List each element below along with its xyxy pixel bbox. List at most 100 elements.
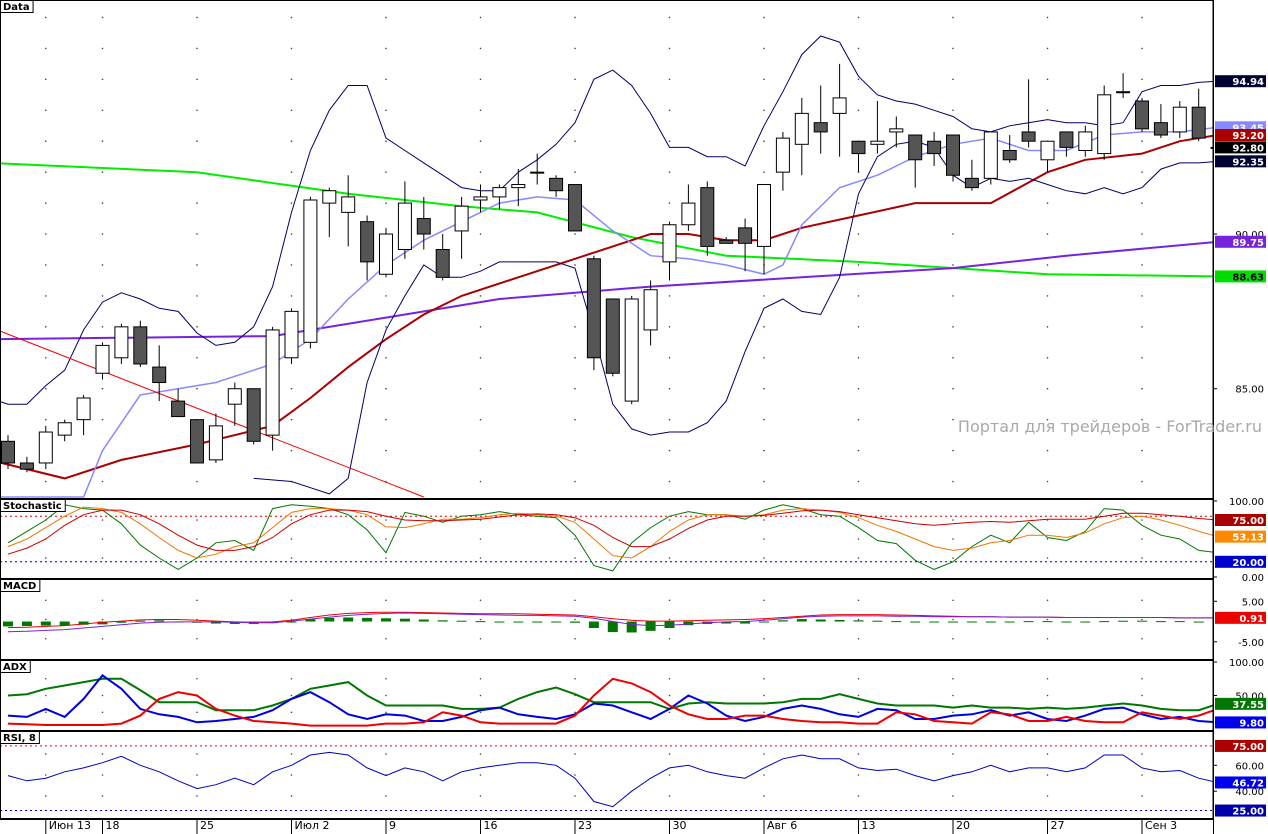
grid bbox=[45, 16, 1143, 797]
grid-dot bbox=[196, 356, 198, 359]
grid-dot bbox=[668, 109, 671, 112]
candle-body bbox=[870, 140, 885, 145]
grid-dot bbox=[1046, 694, 1049, 697]
grid-dot bbox=[479, 233, 482, 235]
macd-bar bbox=[437, 620, 448, 622]
grid-dot bbox=[290, 16, 293, 19]
grid-dot bbox=[479, 795, 482, 797]
x-tick-label: 18 bbox=[106, 819, 120, 832]
grid-dot bbox=[479, 109, 482, 112]
grid-dot bbox=[290, 295, 293, 297]
grid-dot bbox=[952, 109, 954, 112]
grid-dot bbox=[479, 480, 482, 483]
candle-body bbox=[1172, 106, 1187, 133]
grid-dot bbox=[1141, 233, 1143, 235]
grid-dot bbox=[1046, 233, 1049, 235]
macd-bar bbox=[1023, 621, 1034, 623]
value-badge-label: 25.00 bbox=[1232, 807, 1264, 818]
grid-dot bbox=[479, 264, 482, 266]
grid-dot bbox=[952, 753, 954, 755]
grid-dot bbox=[857, 202, 860, 204]
grid-dot bbox=[574, 78, 576, 81]
candle-body bbox=[1021, 131, 1036, 142]
value-badge-label: 9.80 bbox=[1239, 718, 1264, 729]
x-tick-label: Июл 2 bbox=[295, 819, 330, 832]
grid-dot bbox=[479, 677, 482, 680]
y-tick-label: 60.00 bbox=[1235, 761, 1264, 772]
overlay-line-6 bbox=[0, 330, 424, 498]
grid-dot bbox=[45, 356, 47, 359]
grid-dot bbox=[479, 47, 482, 50]
grid-dot bbox=[857, 78, 860, 81]
grid-dot bbox=[45, 233, 47, 235]
macd-bar bbox=[343, 617, 354, 622]
panel-title: MACD bbox=[3, 581, 36, 592]
candle-body bbox=[927, 140, 942, 155]
grid-dot bbox=[1046, 78, 1049, 81]
grid-dot bbox=[1141, 557, 1143, 559]
candle-body bbox=[57, 422, 72, 436]
candle-body bbox=[322, 190, 337, 204]
grid-dot bbox=[101, 637, 104, 640]
grid-dot bbox=[1141, 326, 1143, 328]
grid-dot bbox=[196, 519, 198, 521]
grid-dot bbox=[857, 449, 860, 452]
grid-dot bbox=[1141, 449, 1143, 452]
panel-1-plot bbox=[0, 504, 1213, 572]
grid-dot bbox=[385, 326, 387, 328]
grid-dot bbox=[101, 326, 104, 328]
grid-dot bbox=[385, 78, 387, 81]
grid-dot bbox=[857, 519, 860, 521]
grid-dot bbox=[385, 356, 387, 359]
grid-dot bbox=[479, 618, 482, 621]
grid-dot bbox=[45, 711, 47, 714]
grid-dot bbox=[574, 618, 576, 621]
grid-dot bbox=[290, 202, 293, 204]
grid-dot bbox=[574, 418, 576, 421]
grid-dot bbox=[763, 557, 765, 559]
macd-bar bbox=[3, 621, 13, 627]
grid-dot bbox=[763, 47, 765, 50]
grid-dot bbox=[1141, 387, 1143, 390]
grid-dot bbox=[196, 202, 198, 204]
grid-dot bbox=[479, 774, 482, 776]
grid-dot bbox=[857, 694, 860, 697]
grid-dot bbox=[857, 677, 860, 680]
x-tick-label: Июн 13 bbox=[49, 819, 91, 832]
grid-dot bbox=[385, 538, 387, 540]
grid-dot bbox=[196, 774, 198, 776]
x-tick-label: 20 bbox=[956, 819, 970, 832]
candle-body bbox=[946, 134, 960, 176]
grid-dot bbox=[574, 140, 576, 143]
grid-dot bbox=[763, 519, 765, 521]
grid-dot bbox=[574, 557, 576, 559]
grid-dot bbox=[668, 326, 671, 328]
candle-body bbox=[76, 397, 91, 421]
grid-dot bbox=[101, 774, 104, 776]
grid-dot bbox=[952, 418, 954, 421]
grid-dot bbox=[385, 677, 387, 680]
candle-body bbox=[397, 202, 412, 250]
grid-dot bbox=[763, 449, 765, 452]
grid-dot bbox=[196, 47, 198, 50]
grid-dot bbox=[668, 78, 671, 81]
grid-dot bbox=[668, 618, 671, 621]
candle-body bbox=[719, 239, 734, 244]
grid-dot bbox=[196, 109, 198, 112]
candle-body bbox=[265, 329, 280, 436]
grid-dot bbox=[45, 326, 47, 328]
value-badge-label: 94.94 bbox=[1232, 77, 1264, 88]
grid-dot bbox=[385, 418, 387, 421]
watermark-text: Портал для трейдеров - ForTrader.ru bbox=[958, 417, 1262, 436]
grid-dot bbox=[1046, 557, 1049, 559]
grid-dot bbox=[668, 16, 671, 19]
grid-dot bbox=[1141, 47, 1143, 50]
grid-dot bbox=[1046, 356, 1049, 359]
grid-dot bbox=[479, 171, 482, 173]
grid-dot bbox=[196, 140, 198, 143]
macd-bar bbox=[456, 620, 467, 622]
grid-dot bbox=[101, 387, 104, 390]
grid-dot bbox=[952, 387, 954, 390]
macd-bar bbox=[135, 620, 146, 622]
grid-dot bbox=[857, 538, 860, 540]
